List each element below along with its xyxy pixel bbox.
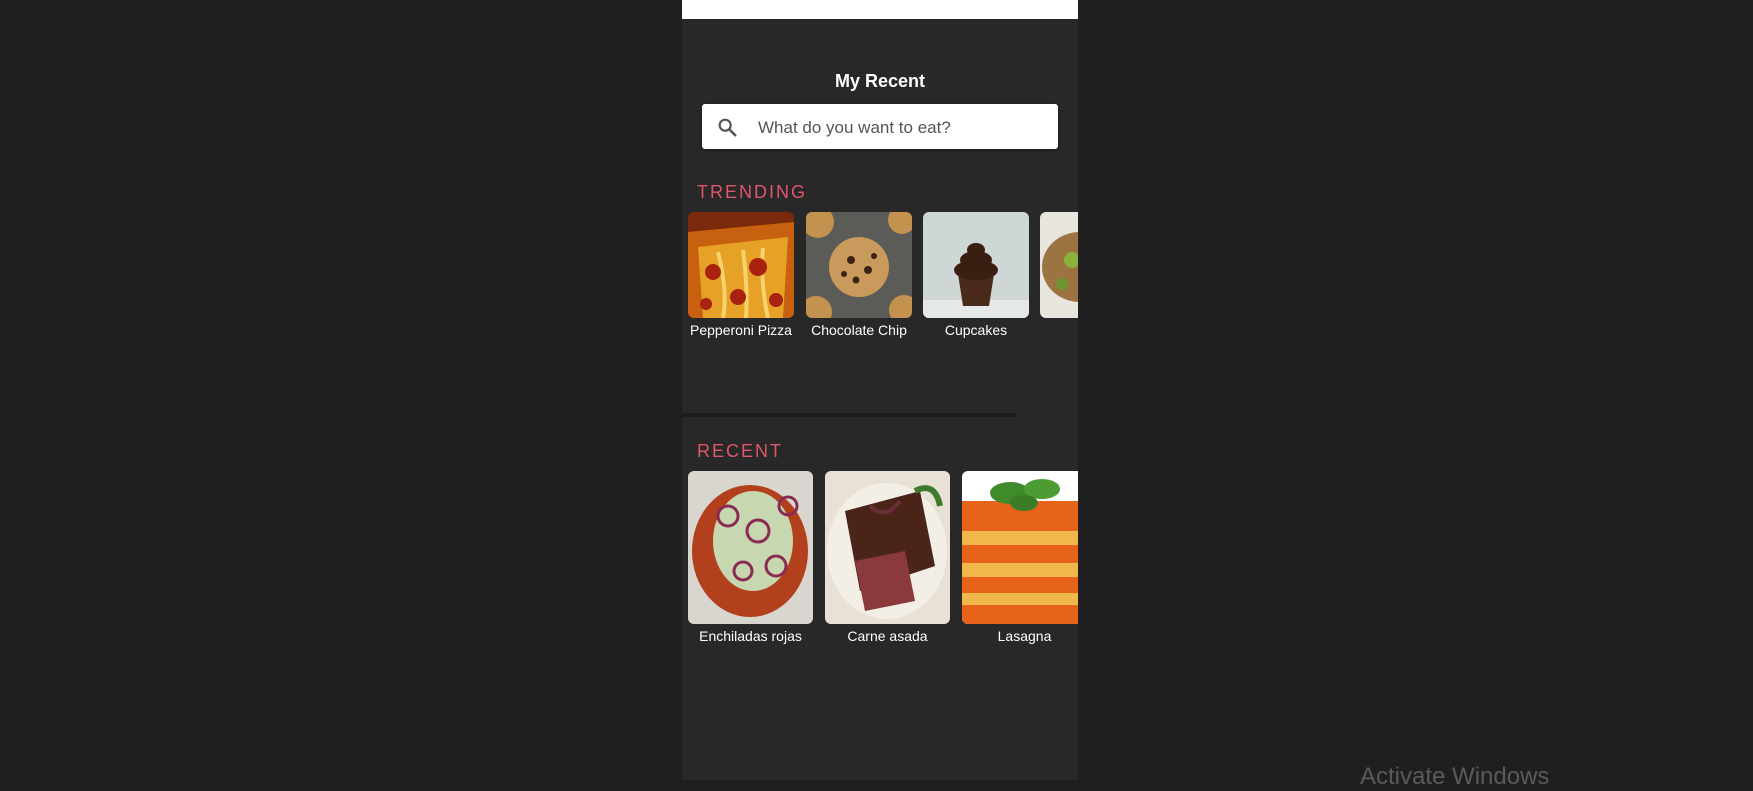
section-divider (682, 413, 1016, 417)
enchiladas-rojas-image (688, 471, 813, 624)
trending-card-label: Pepperoni Pizza (690, 322, 792, 338)
trending-card-cupcakes[interactable]: Cupcakes (923, 212, 1029, 338)
trending-card-label: Chocolate Chip (811, 322, 907, 338)
trending-heading: TRENDING (697, 182, 807, 202)
search-input[interactable] (756, 104, 1050, 151)
recent-card-enchiladas-rojas[interactable]: Enchiladas rojas (688, 471, 813, 644)
recent-card-label: Lasagna (997, 628, 1052, 644)
trending-card-label: Cupcakes (944, 322, 1008, 338)
activate-windows-watermark: Activate Windows (1360, 763, 1550, 790)
search-icon (718, 118, 737, 137)
recent-card-carne-asada[interactable]: Carne asada (825, 471, 950, 644)
trending-card-chocolate-chip[interactable]: Chocolate Chip (806, 212, 912, 338)
carne-asada-image (825, 471, 950, 624)
trending-card-mi[interactable]: Mi (1040, 212, 1078, 338)
recent-card-lasagna[interactable]: Lasagna (962, 471, 1078, 644)
trending-card-label: Mi (1040, 322, 1078, 338)
top-bar (682, 0, 1078, 19)
chocolate-chip-image (806, 212, 912, 318)
cupcakes-image (923, 212, 1029, 318)
recent-card-label: Carne asada (847, 628, 928, 644)
trending-card-pepperoni-pizza[interactable]: Pepperoni Pizza (688, 212, 794, 338)
recent-heading: RECENT (697, 441, 784, 461)
app-screen: My Recent TRENDING (682, 0, 1078, 780)
search-bar[interactable] (702, 104, 1058, 151)
page-title: My Recent (834, 71, 926, 91)
pepperoni-pizza-image (688, 212, 794, 318)
mi-image (1040, 212, 1078, 318)
lasagna-image (962, 471, 1078, 624)
recent-card-label: Enchiladas rojas (699, 628, 802, 644)
